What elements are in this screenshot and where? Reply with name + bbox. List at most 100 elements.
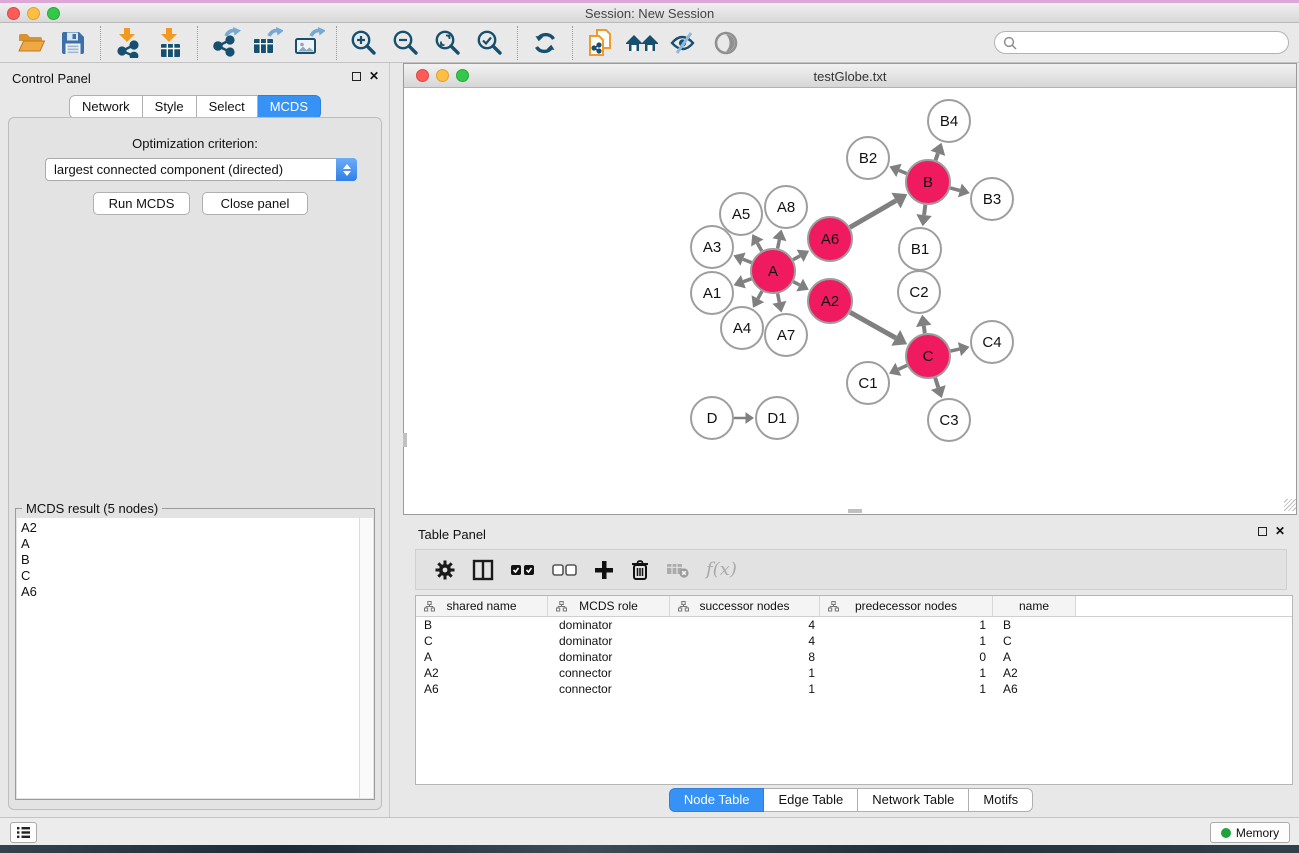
gear-icon[interactable] bbox=[434, 559, 456, 581]
tab-style[interactable]: Style bbox=[143, 95, 197, 119]
export-network-icon[interactable] bbox=[204, 26, 246, 60]
table-row[interactable]: A6connector11A6 bbox=[416, 681, 1292, 697]
table-cell[interactable]: 1 bbox=[670, 666, 820, 680]
deselect-all-icon[interactable] bbox=[552, 563, 578, 577]
import-table-icon[interactable] bbox=[149, 26, 191, 60]
close-panel-icon[interactable]: ✕ bbox=[369, 71, 379, 81]
table-cell[interactable]: connector bbox=[548, 666, 670, 680]
zoom-out-icon[interactable] bbox=[385, 26, 427, 60]
tab-node-table[interactable]: Node Table bbox=[669, 788, 765, 812]
network-window-titlebar[interactable]: testGlobe.txt bbox=[404, 64, 1296, 88]
column-header-successor-nodes[interactable]: successor nodes bbox=[670, 596, 820, 616]
edge-A2-C bbox=[850, 312, 896, 338]
table-cell[interactable]: 0 bbox=[820, 650, 993, 664]
table-cell[interactable]: dominator bbox=[548, 650, 670, 664]
table-cell[interactable]: C bbox=[993, 634, 1076, 648]
edge-A-A5 bbox=[757, 243, 761, 251]
delete-table-icon bbox=[666, 560, 690, 580]
split-handle-horizontal[interactable] bbox=[848, 509, 862, 513]
table-cell[interactable]: dominator bbox=[548, 618, 670, 632]
column-header-shared-name[interactable]: shared name bbox=[416, 596, 548, 616]
tab-network[interactable]: Network bbox=[69, 95, 143, 119]
zoom-fit-icon[interactable] bbox=[427, 26, 469, 60]
column-header-MCDS-role[interactable]: MCDS role bbox=[548, 596, 670, 616]
float-table-panel-icon[interactable] bbox=[1258, 527, 1267, 536]
tab-motifs[interactable]: Motifs bbox=[969, 788, 1033, 812]
node-label-A2: A2 bbox=[821, 293, 839, 310]
table-cell[interactable]: dominator bbox=[548, 634, 670, 648]
zoom-in-icon[interactable] bbox=[343, 26, 385, 60]
memory-button[interactable]: Memory bbox=[1210, 822, 1290, 843]
tab-edge-table[interactable]: Edge Table bbox=[764, 788, 858, 812]
export-image-icon[interactable] bbox=[288, 26, 330, 60]
node-label-A1: A1 bbox=[703, 285, 721, 302]
resize-grip-icon[interactable] bbox=[1284, 499, 1296, 511]
table-cell[interactable]: A6 bbox=[993, 682, 1076, 696]
import-network-icon[interactable] bbox=[107, 26, 149, 60]
float-panel-icon[interactable] bbox=[352, 72, 361, 81]
table-cell[interactable]: A bbox=[993, 650, 1076, 664]
table-row[interactable]: Bdominator41B bbox=[416, 617, 1292, 633]
table-cell[interactable]: A2 bbox=[993, 666, 1076, 680]
show-graphics-icon[interactable] bbox=[705, 26, 747, 60]
close-table-panel-icon[interactable]: ✕ bbox=[1275, 526, 1285, 536]
tab-network-table[interactable]: Network Table bbox=[858, 788, 969, 812]
export-table-icon[interactable] bbox=[246, 26, 288, 60]
split-handle-vertical[interactable] bbox=[403, 433, 407, 447]
table-cell[interactable]: A bbox=[416, 650, 548, 664]
edge-A-A3 bbox=[743, 259, 752, 262]
columns-icon[interactable] bbox=[472, 559, 494, 581]
table-cell[interactable]: C bbox=[416, 634, 548, 648]
table-row[interactable]: A2connector11A2 bbox=[416, 665, 1292, 681]
column-header-predecessor-nodes[interactable]: predecessor nodes bbox=[820, 596, 993, 616]
edge-C-C4 bbox=[951, 349, 960, 351]
tab-mcds[interactable]: MCDS bbox=[258, 95, 321, 119]
table-cell[interactable]: 1 bbox=[820, 618, 993, 632]
list-item[interactable]: A6 bbox=[21, 584, 359, 600]
table-cell[interactable]: 1 bbox=[820, 634, 993, 648]
table-cell[interactable]: connector bbox=[548, 682, 670, 696]
table-row[interactable]: Cdominator41C bbox=[416, 633, 1292, 649]
select-all-icon[interactable] bbox=[510, 563, 536, 577]
mcds-result-list[interactable]: A2ABCA6 bbox=[17, 518, 359, 798]
run-mcds-button[interactable]: Run MCDS bbox=[93, 192, 190, 215]
table-cell[interactable]: 1 bbox=[670, 682, 820, 696]
table-cell[interactable]: 1 bbox=[820, 682, 993, 696]
open-session-icon[interactable] bbox=[10, 26, 52, 60]
close-panel-button[interactable]: Close panel bbox=[202, 192, 308, 215]
table-cell[interactable]: 4 bbox=[670, 618, 820, 632]
save-session-icon[interactable] bbox=[52, 26, 94, 60]
list-icon bbox=[16, 826, 31, 839]
edge-C-C1 bbox=[898, 365, 907, 369]
delete-icon[interactable] bbox=[630, 559, 650, 581]
table-cell[interactable]: 8 bbox=[670, 650, 820, 664]
table-cell[interactable]: 4 bbox=[670, 634, 820, 648]
table-cell[interactable]: B bbox=[416, 618, 548, 632]
zoom-selected-icon[interactable] bbox=[469, 26, 511, 60]
network-canvas[interactable]: AA1A2A3A4A5A6A7A8BB1B2B3B4CC1C2C3C4DD1 bbox=[404, 88, 1296, 511]
arrowhead-icon bbox=[916, 214, 932, 226]
add-column-icon[interactable] bbox=[594, 560, 614, 580]
hide-labels-icon[interactable] bbox=[663, 26, 705, 60]
home-layout-icon[interactable] bbox=[621, 26, 663, 60]
search-input[interactable] bbox=[1017, 35, 1288, 50]
refresh-icon[interactable] bbox=[524, 26, 566, 60]
tab-select[interactable]: Select bbox=[197, 95, 258, 119]
list-item[interactable]: A bbox=[21, 536, 359, 552]
network-graph[interactable]: AA1A2A3A4A5A6A7A8BB1B2B3B4CC1C2C3C4DD1 bbox=[404, 88, 1296, 511]
list-item[interactable]: A2 bbox=[21, 520, 359, 536]
list-item[interactable]: C bbox=[21, 568, 359, 584]
edge-A-A6 bbox=[793, 256, 800, 260]
list-item[interactable]: B bbox=[21, 552, 359, 568]
table-cell[interactable]: A6 bbox=[416, 682, 548, 696]
table-row[interactable]: Adominator80A bbox=[416, 649, 1292, 665]
column-header-name[interactable]: name bbox=[993, 596, 1076, 616]
result-scrollbar[interactable] bbox=[359, 518, 373, 798]
optimization-criterion-dropdown[interactable]: largest connected component (directed) bbox=[45, 158, 357, 181]
table-cell[interactable]: A2 bbox=[416, 666, 548, 680]
task-history-button[interactable] bbox=[10, 822, 37, 843]
table-cell[interactable]: 1 bbox=[820, 666, 993, 680]
table-panel: Table Panel ✕ bbox=[403, 520, 1299, 817]
table-cell[interactable]: B bbox=[993, 618, 1076, 632]
clone-network-icon[interactable] bbox=[579, 26, 621, 60]
